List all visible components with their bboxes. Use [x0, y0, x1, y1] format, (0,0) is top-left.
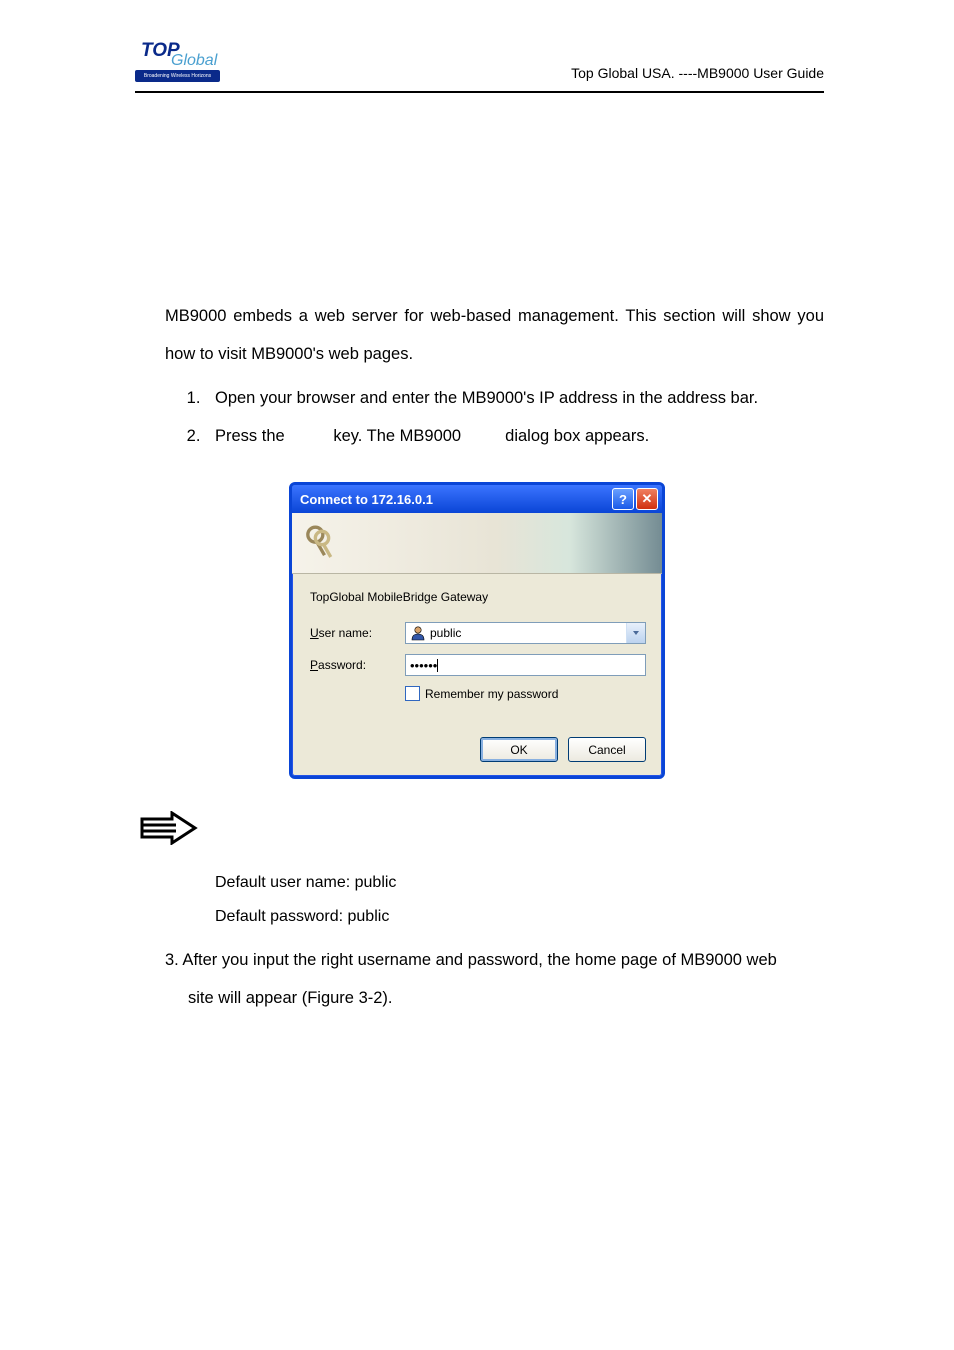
username-label: User name: [310, 626, 405, 640]
help-button[interactable]: ? [612, 488, 634, 510]
close-icon: ✕ [642, 491, 653, 507]
username-value: public [430, 626, 461, 640]
user-icon [410, 625, 426, 641]
close-button[interactable]: ✕ [636, 488, 658, 510]
chevron-down-icon [632, 629, 640, 637]
help-icon: ? [619, 492, 627, 507]
dialog-title: Connect to 172.16.0.1 [300, 492, 612, 507]
ok-label: OK [510, 743, 527, 757]
step-2a: Press the [215, 427, 289, 445]
remember-checkbox[interactable] [405, 686, 420, 701]
text-cursor [437, 659, 438, 672]
steps-list: Open your browser and enter the MB9000's… [205, 380, 824, 455]
cancel-button[interactable]: Cancel [568, 737, 646, 762]
dialog-form: TopGlobal MobileBridge Gateway User name… [292, 574, 662, 776]
step-3-line-1: 3. After you input the right username an… [165, 942, 824, 980]
step-2c: dialog box appears. [501, 427, 650, 445]
arrow-icon [140, 811, 200, 845]
page-header: TOP Global Broadening Wireless Horizons … [0, 0, 954, 91]
step-2: Press the Enter key. The MB9000 login di… [205, 418, 824, 454]
header-rule [135, 91, 824, 93]
step-1: Open your browser and enter the MB9000's… [205, 380, 824, 416]
note-block: Default user name: public Default passwo… [0, 793, 954, 933]
ok-button[interactable]: OK [480, 737, 558, 762]
header-right-text: Top Global USA. ----MB9000 User Guide [571, 65, 824, 85]
intro-text: MB9000 embeds a web server for web-based… [165, 298, 824, 454]
dialog-titlebar[interactable]: Connect to 172.16.0.1 ? ✕ [292, 485, 662, 513]
combo-dropdown-button[interactable] [626, 623, 645, 643]
note-text: Default user name: public Default passwo… [215, 866, 954, 933]
note-line-1: Default user name: public [215, 866, 954, 900]
step-3-line-2: site will appear (Figure 3-2). [188, 980, 824, 1018]
keys-icon [302, 523, 342, 563]
username-row: User name: public [310, 622, 646, 644]
login-dialog: Connect to 172.16.0.1 ? ✕ TopGlobal Mobi… [289, 482, 665, 779]
intro-paragraph: MB9000 embeds a web server for web-based… [165, 298, 824, 374]
titlebar-buttons: ? ✕ [612, 488, 658, 510]
step-2b: key. The MB9000 [329, 427, 466, 445]
cancel-label: Cancel [588, 743, 625, 757]
realm-text: TopGlobal MobileBridge Gateway [310, 590, 646, 604]
username-combo[interactable]: public [405, 622, 646, 644]
logo: TOP Global Broadening Wireless Horizons [135, 40, 220, 85]
dialog-banner [292, 513, 662, 574]
dialog-button-row: OK Cancel [310, 737, 646, 762]
logo-tagline: Broadening Wireless Horizons [135, 70, 220, 82]
remember-row: Remember my password [405, 686, 646, 701]
note-line-2: Default password: public [215, 900, 954, 934]
password-input[interactable]: •••••• [405, 654, 646, 676]
password-value: •••••• [410, 658, 437, 673]
password-row: Password: •••••• [310, 654, 646, 676]
password-label: Password: [310, 658, 405, 672]
remember-label: Remember my password [425, 687, 558, 701]
logo-text-global: Global [171, 52, 217, 70]
